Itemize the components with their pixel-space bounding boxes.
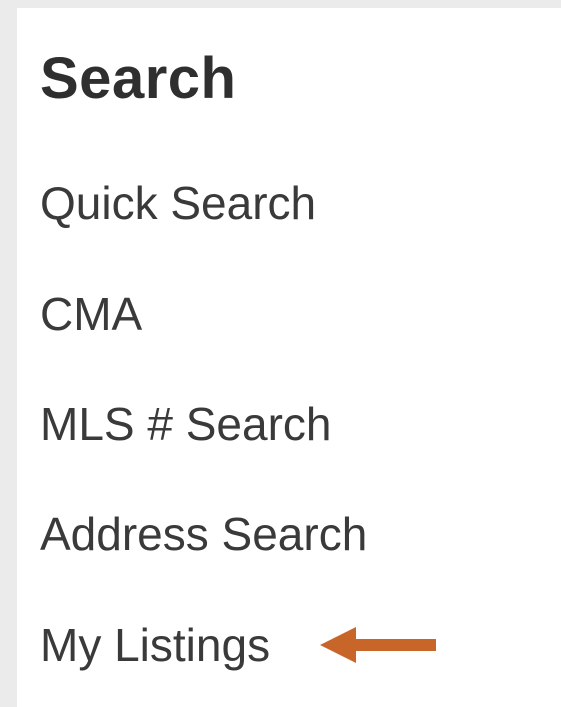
menu-item-quick-search[interactable]: Quick Search [40, 180, 316, 226]
menu-item-cma[interactable]: CMA [40, 291, 142, 337]
arrow-shape [320, 627, 436, 663]
menu-item-mls-search[interactable]: MLS # Search [40, 401, 331, 447]
left-arrow-icon [320, 627, 436, 663]
menu-item-my-listings[interactable]: My Listings [40, 622, 270, 668]
search-menu-panel: Search Quick Search CMA MLS # Search Add… [17, 8, 561, 707]
menu-item-address-search[interactable]: Address Search [40, 511, 367, 557]
menu-title: Search [40, 46, 237, 111]
